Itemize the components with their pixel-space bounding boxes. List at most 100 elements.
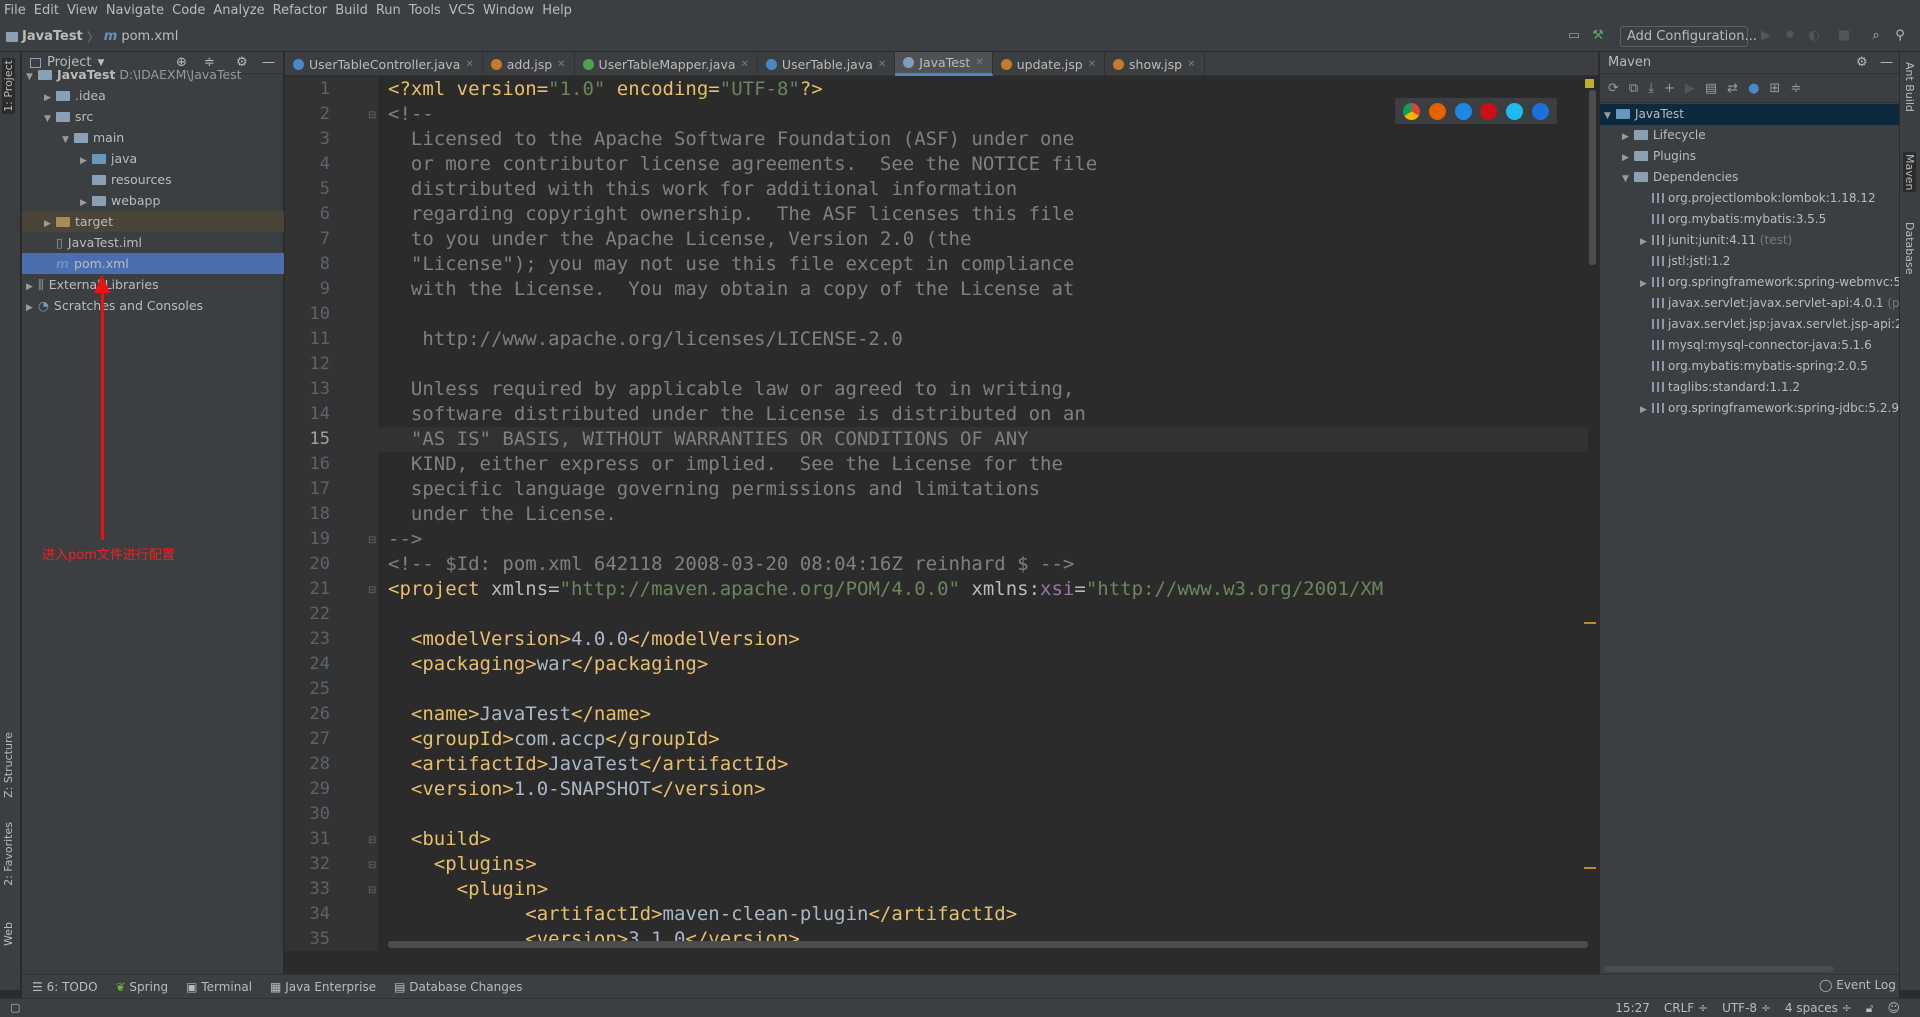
maven-tree-item[interactable]: mysql:mysql-connector-java:5.1.6 bbox=[1600, 335, 1900, 356]
tool-spring[interactable]: ❦ Spring bbox=[116, 980, 169, 994]
build-hammer-icon[interactable]: ⚒ bbox=[1590, 28, 1606, 44]
expand-arrow-icon[interactable]: ▶ bbox=[26, 298, 38, 319]
maven-tree-item[interactable]: ▶ org.springframework:spring-jdbc:5.2.9 bbox=[1600, 398, 1900, 419]
code-editor[interactable]: <?xml version="1.0" encoding="UTF-8"?> <… bbox=[378, 77, 1597, 951]
layout-icon[interactable]: ▭ bbox=[1566, 28, 1582, 44]
editor-tab[interactable]: show.jsp ✕ bbox=[1105, 52, 1205, 76]
generate-sources-icon[interactable]: ⧉ bbox=[1629, 81, 1638, 96]
error-stripe-mark[interactable] bbox=[1584, 867, 1596, 869]
download-icon[interactable]: ⤓ bbox=[1648, 81, 1654, 96]
editor-horizontal-scrollbar[interactable] bbox=[388, 941, 1588, 948]
project-tree-item[interactable]: ▯ JavaTest.iml bbox=[22, 232, 284, 253]
firefox-icon[interactable] bbox=[1428, 102, 1446, 120]
close-icon[interactable]: ✕ bbox=[878, 59, 886, 70]
caret-position[interactable]: 15:27 bbox=[1615, 1001, 1650, 1016]
tab-web[interactable]: Web bbox=[2, 922, 15, 946]
editor-tab[interactable]: UserTableController.java ✕ bbox=[285, 52, 483, 76]
gear-icon[interactable]: ⚙ bbox=[1856, 52, 1868, 74]
maven-tree-item[interactable]: ▶ junit:junit:4.11 (test) bbox=[1600, 230, 1900, 251]
ie-icon[interactable] bbox=[1505, 102, 1523, 120]
tool-database-changes[interactable]: ▤ Database Changes bbox=[394, 980, 522, 994]
event-log-button[interactable]: ◯ Event Log bbox=[1819, 978, 1896, 992]
safari-icon[interactable] bbox=[1454, 102, 1472, 120]
tab-structure[interactable]: Z: Structure bbox=[2, 732, 15, 798]
maven-tree-item[interactable]: ▶ org.springframework:spring-webmvc:5 bbox=[1600, 272, 1900, 293]
tab-project[interactable]: 1: Project bbox=[2, 58, 15, 114]
expand-arrow-icon[interactable]: ▶ bbox=[1622, 127, 1634, 146]
project-tree-item[interactable]: ▶ webapp bbox=[22, 190, 284, 211]
maven-tree-item[interactable]: javax.servlet.jsp:javax.servlet.jsp-api:… bbox=[1600, 314, 1900, 335]
menu-window[interactable]: Window bbox=[479, 3, 538, 18]
menu-build[interactable]: Build bbox=[331, 3, 372, 18]
error-stripe-mark[interactable] bbox=[1584, 622, 1596, 624]
inspection-ok-marker[interactable] bbox=[1585, 79, 1594, 88]
project-tree-item[interactable]: m pom.xml bbox=[22, 253, 284, 274]
show-dependencies-icon[interactable]: ⊞ bbox=[1769, 81, 1780, 96]
panel-toggle-icon[interactable]: ▢ bbox=[10, 1001, 20, 1014]
close-icon[interactable]: ✕ bbox=[465, 59, 473, 70]
close-icon[interactable]: ✕ bbox=[975, 57, 983, 68]
maven-tree-item[interactable]: ▶ Plugins bbox=[1600, 146, 1900, 167]
inspector-icon[interactable]: ☺︎ bbox=[1887, 1001, 1900, 1016]
maven-horizontal-scrollbar[interactable] bbox=[1604, 966, 1834, 972]
expand-arrow-icon[interactable]: ▶ bbox=[1640, 400, 1652, 419]
tool-terminal[interactable]: ▣ Terminal bbox=[186, 980, 252, 994]
fold-marker-icon[interactable]: ⊟ bbox=[368, 585, 376, 596]
coverage-icon[interactable]: ◐ bbox=[1806, 28, 1822, 44]
expand-arrow-icon[interactable]: ▼ bbox=[1604, 106, 1616, 125]
project-tree-item[interactable]: ▶ .idea bbox=[22, 85, 284, 106]
maven-tree-item[interactable]: org.mybatis:mybatis:3.5.5 bbox=[1600, 209, 1900, 230]
menu-analyze[interactable]: Analyze bbox=[209, 3, 268, 18]
maven-tree-item[interactable]: ▼ Dependencies bbox=[1600, 167, 1900, 188]
collapse-all-icon[interactable]: ≑ bbox=[1790, 81, 1801, 96]
opera-icon[interactable] bbox=[1480, 102, 1498, 120]
close-icon[interactable]: ✕ bbox=[1187, 59, 1195, 70]
breadcrumb-project[interactable]: JavaTest bbox=[22, 29, 83, 44]
maven-tree-item[interactable]: ▶ Lifecycle bbox=[1600, 125, 1900, 146]
menu-vcs[interactable]: VCS bbox=[445, 3, 479, 18]
file-encoding[interactable]: UTF-8 ÷ bbox=[1722, 1001, 1771, 1016]
project-tree-item[interactable]: ▼ main bbox=[22, 127, 284, 148]
toggle-offline-icon[interactable]: ⇄ bbox=[1727, 81, 1738, 96]
maven-tree-item[interactable]: org.projectlombok:lombok:1.18.12 bbox=[1600, 188, 1900, 209]
expand-arrow-icon[interactable]: ▼ bbox=[1622, 169, 1634, 188]
menu-view[interactable]: View bbox=[63, 3, 102, 18]
menu-file[interactable]: File bbox=[0, 3, 30, 18]
tab-database[interactable]: Database bbox=[1903, 222, 1916, 275]
editor-tab[interactable]: update.jsp ✕ bbox=[993, 52, 1106, 76]
editor-tab[interactable]: UserTable.java ✕ bbox=[758, 52, 896, 76]
editor-tab[interactable]: JavaTest ✕ bbox=[895, 52, 993, 76]
tab-maven[interactable]: Maven bbox=[1903, 152, 1916, 193]
maven-tree-item[interactable]: jstl:jstl:1.2 bbox=[1600, 251, 1900, 272]
menu-navigate[interactable]: Navigate bbox=[102, 3, 168, 18]
tool-todo[interactable]: ☰ 6: TODO bbox=[32, 980, 98, 994]
maven-tree-item[interactable]: javax.servlet:javax.servlet-api:4.0.1 (p… bbox=[1600, 293, 1900, 314]
project-tree-item[interactable]: ▶ ⫼ External Libraries bbox=[22, 274, 284, 295]
project-tree-item[interactable]: resources bbox=[22, 169, 284, 190]
project-tree-item[interactable]: ▶ ◔ Scratches and Consoles bbox=[22, 295, 284, 316]
fold-marker-icon[interactable]: ⊟ bbox=[368, 885, 376, 896]
lock-icon[interactable]: 🔓︎ bbox=[1866, 1001, 1874, 1016]
fold-marker-icon[interactable]: ⊟ bbox=[368, 860, 376, 871]
maven-tree-item[interactable]: ▼ JavaTest bbox=[1600, 104, 1900, 125]
fold-marker-icon[interactable]: ⊟ bbox=[368, 535, 376, 546]
menu-run[interactable]: Run bbox=[372, 3, 405, 18]
tab-ant-build[interactable]: Ant Build bbox=[1903, 62, 1916, 112]
breadcrumb-file[interactable]: pom.xml bbox=[121, 29, 178, 44]
search-icon[interactable]: ⌕ bbox=[1868, 28, 1884, 44]
maven-tree-item[interactable]: taglibs:standard:1.1.2 bbox=[1600, 377, 1900, 398]
execute-goal-icon[interactable]: ▤ bbox=[1705, 81, 1717, 96]
minimize-icon[interactable]: — bbox=[1880, 52, 1893, 74]
run-maven-icon[interactable]: ▶ bbox=[1685, 81, 1695, 96]
fold-marker-icon[interactable]: ⊟ bbox=[368, 835, 376, 846]
editor-tab[interactable]: add.jsp ✕ bbox=[483, 52, 575, 76]
close-icon[interactable]: ✕ bbox=[1088, 59, 1096, 70]
expand-arrow-icon[interactable]: ▶ bbox=[1640, 274, 1652, 293]
run-configuration-select[interactable]: Add Configuration... bbox=[1620, 26, 1757, 47]
close-icon[interactable]: ✕ bbox=[741, 59, 749, 70]
project-tree-item[interactable]: ▼ src bbox=[22, 106, 284, 127]
menu-help[interactable]: Help bbox=[538, 3, 576, 18]
expand-arrow-icon[interactable]: ▶ bbox=[1640, 232, 1652, 251]
reload-icon[interactable]: ⟳ bbox=[1608, 81, 1619, 96]
stop-icon[interactable]: ■ bbox=[1836, 28, 1852, 44]
